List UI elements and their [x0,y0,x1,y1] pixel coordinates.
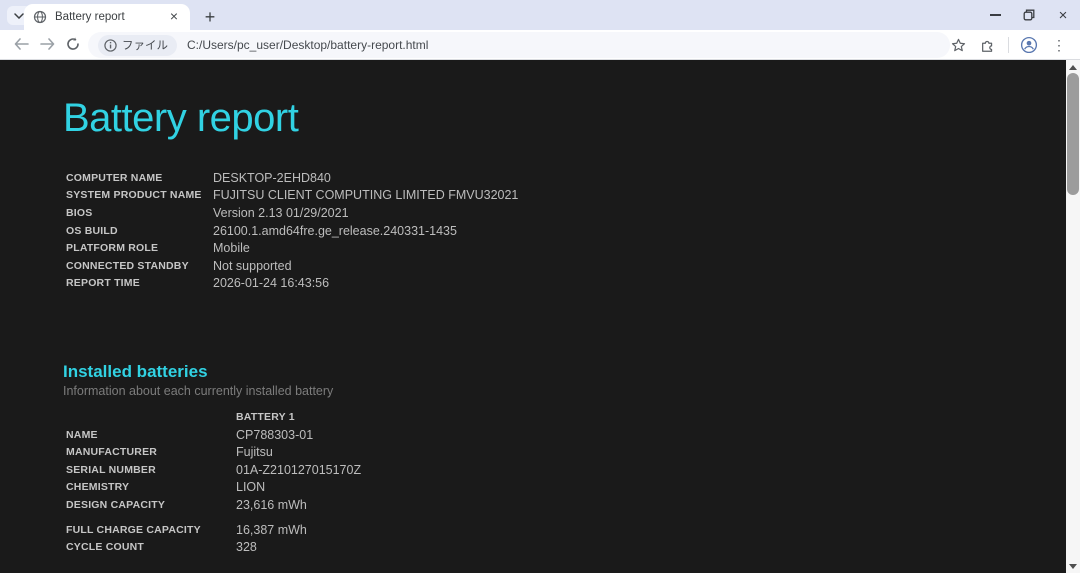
minimize-icon [990,14,1001,15]
row-label: DESIGN CAPACITY [66,499,236,511]
installed-batteries-subtitle: Information about each currently install… [63,384,1066,398]
forward-button[interactable] [34,31,60,57]
table-row: CYCLE COUNT328 [66,538,1066,556]
row-value: 01A-Z210127015170Z [236,463,361,477]
row-value: 328 [236,540,257,554]
battery-column-header: BATTERY 1 [236,411,295,423]
row-label: MANUFACTURER [66,446,236,458]
row-value: Mobile [213,241,250,255]
table-row: NAMECP788303-01 [66,426,1066,444]
scroll-down-icon [1069,564,1077,569]
puzzle-icon [980,37,996,53]
row-value: 16,387 mWh [236,523,307,537]
table-row: PLATFORM ROLEMobile [66,239,1066,257]
scroll-down-button[interactable] [1066,559,1080,573]
row-label: PLATFORM ROLE [66,242,213,254]
reload-icon [66,37,80,51]
star-icon [951,38,966,53]
address-bar[interactable]: ファイル C:/Users/pc_user/Desktop/battery-re… [88,32,950,58]
scroll-up-icon [1069,65,1077,70]
table-row: REPORT TIME2026-01-24 16:43:56 [66,275,1066,293]
row-label: CYCLE COUNT [66,541,236,553]
row-value: 26100.1.amd64fre.ge_release.240331-1435 [213,224,457,238]
row-label: NAME [66,429,236,441]
row-label: REPORT TIME [66,277,213,289]
row-value: 2026-01-24 16:43:56 [213,276,329,290]
bookmark-star-button[interactable] [945,32,971,58]
table-row: CHEMISTRYLION [66,479,1066,497]
table-row: FULL CHARGE CAPACITY16,387 mWh [66,521,1066,539]
window-restore-button[interactable] [1012,0,1046,30]
restore-icon [1023,9,1035,21]
back-arrow-icon [14,38,29,50]
table-row: DESIGN CAPACITY23,616 mWh [66,496,1066,514]
url-text[interactable]: C:/Users/pc_user/Desktop/battery-report.… [187,38,428,52]
window-minimize-button[interactable] [978,0,1012,30]
row-value: Not supported [213,259,292,273]
table-row: CONNECTED STANDBYNot supported [66,257,1066,275]
window-close-button[interactable]: × [1046,0,1080,30]
row-label: COMPUTER NAME [66,172,213,184]
file-scheme-label: ファイル [122,37,168,53]
toolbar-right-icons: ⋮ [945,31,1072,59]
row-value: Version 2.13 01/29/2021 [213,206,349,220]
table-row: BIOSVersion 2.13 01/29/2021 [66,204,1066,222]
row-value: Fujitsu [236,445,273,459]
chevron-down-icon [14,13,24,19]
installed-batteries-heading: Installed batteries [63,362,1066,382]
row-value: FUJITSU CLIENT COMPUTING LIMITED FMVU320… [213,188,518,202]
row-label: OS BUILD [66,225,213,237]
tab-strip: Battery report × + × [0,0,1080,30]
scroll-up-button[interactable] [1066,60,1080,74]
extensions-button[interactable] [975,32,1001,58]
table-row: COMPUTER NAMEDESKTOP-2EHD840 [66,169,1066,187]
scrollbar-thumb[interactable] [1067,73,1079,195]
browser-tab-battery-report[interactable]: Battery report × [24,4,190,30]
tab-close-icon[interactable]: × [166,9,182,25]
row-label: CHEMISTRY [66,481,236,493]
browser-toolbar: ファイル C:/Users/pc_user/Desktop/battery-re… [0,30,1080,60]
system-info-table: COMPUTER NAMEDESKTOP-2EHD840 SYSTEM PROD… [66,169,1066,292]
site-info-chip[interactable]: ファイル [98,35,177,56]
forward-arrow-icon [40,38,55,50]
battery-report-page: Battery report COMPUTER NAMEDESKTOP-2EHD… [0,60,1066,573]
three-dots-icon: ⋮ [1052,37,1066,54]
window-controls: × [978,0,1080,30]
row-value: DESKTOP-2EHD840 [213,171,331,185]
new-tab-button[interactable]: + [197,4,223,30]
reload-button[interactable] [60,31,86,57]
row-value: 23,616 mWh [236,498,307,512]
close-icon: × [1059,8,1068,23]
toolbar-divider [1008,37,1009,53]
table-header-row: BATTERY 1 [66,408,1066,426]
row-label: CONNECTED STANDBY [66,260,213,272]
profile-avatar-button[interactable] [1016,32,1042,58]
row-value: LION [236,480,265,494]
vertical-scrollbar[interactable] [1066,60,1080,573]
table-row: SYSTEM PRODUCT NAMEFUJITSU CLIENT COMPUT… [66,187,1066,205]
row-label: BIOS [66,207,213,219]
row-value: CP788303-01 [236,428,313,442]
table-row: OS BUILD26100.1.amd64fre.ge_release.2403… [66,222,1066,240]
installed-batteries-table: BATTERY 1 NAMECP788303-01 MANUFACTURERFu… [66,408,1066,556]
tab-title: Battery report [55,11,166,23]
page-title: Battery report [63,96,1066,141]
table-row: SERIAL NUMBER01A-Z210127015170Z [66,461,1066,479]
row-label: SYSTEM PRODUCT NAME [66,189,213,201]
back-button[interactable] [8,31,34,57]
table-row: MANUFACTURERFujitsu [66,443,1066,461]
globe-favicon-icon [33,10,47,24]
browser-menu-button[interactable]: ⋮ [1046,32,1072,58]
info-icon [104,39,117,52]
row-label: FULL CHARGE CAPACITY [66,524,236,536]
row-label: SERIAL NUMBER [66,464,236,476]
avatar-icon [1020,36,1038,54]
